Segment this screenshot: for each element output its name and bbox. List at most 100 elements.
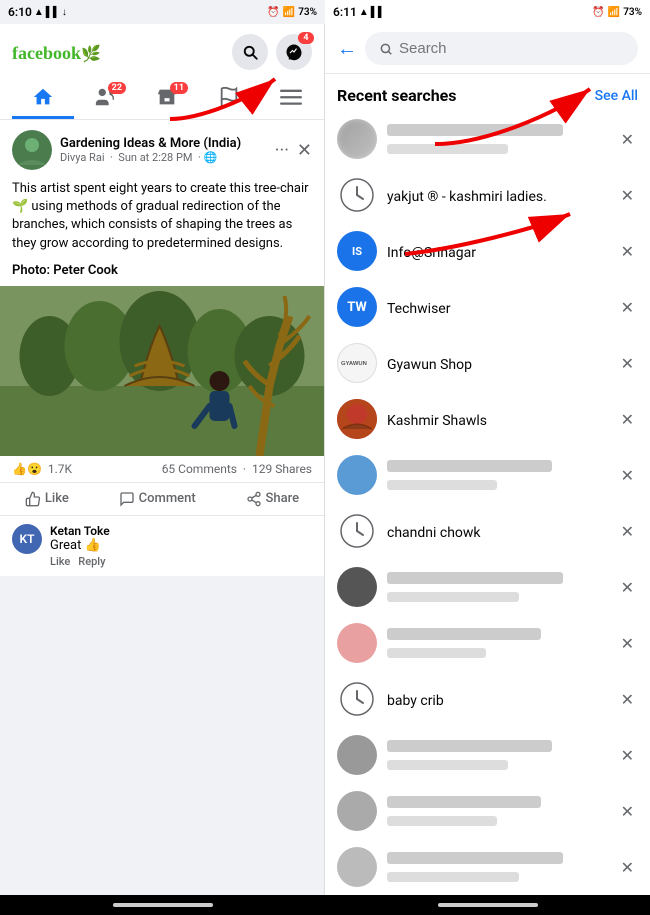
search-info-2: yakjut ® - kashmiri ladies. <box>387 186 607 205</box>
like-button[interactable]: Like <box>13 485 81 513</box>
reactions: 👍😮 1.7K <box>12 462 72 476</box>
search-close-3[interactable]: ✕ <box>617 238 638 265</box>
see-all-button[interactable]: See All <box>595 88 638 104</box>
left-battery: 73% <box>298 7 317 18</box>
left-time: 6:10 <box>8 5 32 19</box>
comment-like[interactable]: Like <box>50 555 70 568</box>
search-item-11[interactable]: baby crib ✕ <box>325 671 650 727</box>
search-item-8[interactable]: chandni chowk ✕ <box>325 503 650 559</box>
search-thumb-1 <box>337 119 377 159</box>
right-battery: 73% <box>623 7 642 18</box>
comment-reply[interactable]: Reply <box>78 555 105 568</box>
search-close-8[interactable]: ✕ <box>617 518 638 545</box>
comments-shares: 65 Comments · 129 Shares <box>162 462 312 476</box>
search-close-12[interactable]: ✕ <box>617 742 638 769</box>
search-input-wrapper[interactable] <box>365 32 638 65</box>
search-close-6[interactable]: ✕ <box>617 406 638 433</box>
search-info-4: Techwiser <box>387 298 607 317</box>
alarm-icon: ⏰ <box>267 7 279 18</box>
search-close-14[interactable]: ✕ <box>617 854 638 881</box>
search-thumb-12 <box>337 735 377 775</box>
search-name-3: Info@Srinagar <box>387 245 476 261</box>
search-item-2[interactable]: yakjut ® - kashmiri ladies. ✕ <box>325 167 650 223</box>
search-info-10 <box>387 626 607 660</box>
search-close-2[interactable]: ✕ <box>617 182 638 209</box>
right-signal-icon: ▲ <box>359 7 369 18</box>
left-status-bar: 6:10 ▲ ▌▌ ↓ ⏰ 📶 73% <box>0 0 325 24</box>
post-photo-credit: Photo: Peter Cook <box>0 263 324 286</box>
recent-header: Recent searches See All <box>325 74 650 111</box>
search-clock-8 <box>337 511 377 551</box>
search-list: ✕ yakjut ® - kashmiri ladies. ✕ <box>325 111 650 895</box>
recent-title: Recent searches <box>337 86 457 105</box>
svg-text:GYAWUN: GYAWUN <box>341 361 367 367</box>
post-actions-bar: Like Comment Share <box>0 483 324 516</box>
search-thumb-7 <box>337 455 377 495</box>
search-close-5[interactable]: ✕ <box>617 350 638 377</box>
search-item-1[interactable]: ✕ <box>325 111 650 167</box>
search-button[interactable] <box>232 34 268 70</box>
search-thumb-14 <box>337 847 377 887</box>
search-item-7[interactable]: ✕ <box>325 447 650 503</box>
network-icon: ▌▌ <box>46 7 60 18</box>
search-info-12 <box>387 738 607 772</box>
post-image-inner <box>0 286 324 456</box>
search-item-9[interactable]: ✕ <box>325 559 650 615</box>
search-info-6: Kashmir Shawls <box>387 410 607 429</box>
search-item-12[interactable]: ✕ <box>325 727 650 783</box>
right-home-indicator <box>438 903 538 907</box>
search-name-8: chandni chowk <box>387 525 481 541</box>
search-item-5[interactable]: GYAWUN Gyawun Shop ✕ <box>325 335 650 391</box>
left-home-indicator <box>113 903 213 907</box>
post-text: This artist spent eight years to create … <box>0 180 324 263</box>
search-close-9[interactable]: ✕ <box>617 574 638 601</box>
post-header-actions: ··· ✕ <box>275 140 312 161</box>
nav-home[interactable] <box>12 78 74 119</box>
search-thumb-9 <box>337 567 377 607</box>
search-item-10[interactable]: ✕ <box>325 615 650 671</box>
search-close-4[interactable]: ✕ <box>617 294 638 321</box>
right-time: 6:11 <box>333 5 357 19</box>
header-icons: 4 <box>232 34 312 70</box>
facebook-nav: 22 11 <box>12 78 312 119</box>
post-close-button[interactable]: ✕ <box>297 140 312 161</box>
friends-badge: 22 <box>108 82 126 94</box>
nav-marketplace[interactable]: 11 <box>136 78 198 119</box>
search-close-11[interactable]: ✕ <box>617 686 638 713</box>
search-info-9 <box>387 570 607 604</box>
share-button[interactable]: Share <box>234 485 312 513</box>
post-image <box>0 286 324 456</box>
back-button[interactable]: ← <box>337 36 357 61</box>
comment-button[interactable]: Comment <box>107 485 208 513</box>
commenter-avatar: KT <box>12 524 42 554</box>
nav-flag[interactable] <box>198 78 260 119</box>
feed-content: Gardening Ideas & More (India) Divya Rai… <box>0 120 324 895</box>
marketplace-badge: 11 <box>170 82 188 94</box>
right-bottom-bar <box>325 895 650 915</box>
search-name-6: Kashmir Shawls <box>387 413 487 429</box>
search-input[interactable] <box>399 40 624 57</box>
search-header: ← <box>325 24 650 74</box>
search-info-8: chandni chowk <box>387 522 607 541</box>
search-close-13[interactable]: ✕ <box>617 798 638 825</box>
search-item-3[interactable]: IS Info@Srinagar ✕ <box>325 223 650 279</box>
search-close-7[interactable]: ✕ <box>617 462 638 489</box>
search-item-6[interactable]: Kashmir Shawls ✕ <box>325 391 650 447</box>
facebook-logo: facebook🌿 <box>12 39 101 65</box>
search-thumb-5: GYAWUN <box>337 343 377 383</box>
post-more-button[interactable]: ··· <box>275 140 289 161</box>
post-stats: 👍😮 1.7K 65 Comments · 129 Shares <box>0 456 324 483</box>
messenger-button[interactable]: 4 <box>276 34 312 70</box>
search-item-4[interactable]: TW Techwiser ✕ <box>325 279 650 335</box>
post-meta: Gardening Ideas & More (India) Divya Rai… <box>60 136 267 164</box>
search-item-14[interactable]: ✕ <box>325 839 650 895</box>
messenger-badge: 4 <box>298 32 314 44</box>
search-close-10[interactable]: ✕ <box>617 630 638 657</box>
download-icon: ↓ <box>62 7 67 18</box>
search-item-13[interactable]: ✕ <box>325 783 650 839</box>
search-close-1[interactable]: ✕ <box>617 126 638 153</box>
search-info-1 <box>387 122 607 156</box>
nav-menu[interactable] <box>260 78 322 119</box>
nav-friends[interactable]: 22 <box>74 78 136 119</box>
comment-actions: Like Reply <box>50 555 312 568</box>
